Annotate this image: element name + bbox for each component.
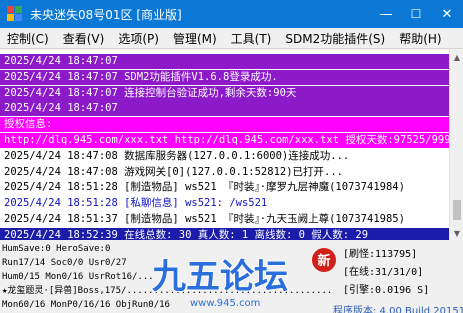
- engine-time: [引擎:0.0196 S]: [343, 285, 430, 296]
- online-count: [在线:31/31/0]: [343, 267, 424, 278]
- log-line: 2025/4/24 18:51:37 [制造物品] ws521 『时装』·九天玉…: [0, 212, 405, 227]
- menu-item[interactable]: 查看(V): [56, 30, 112, 47]
- log-line: 2025/4/24 18:47:08 游戏网关[0](127.0.0.1:528…: [0, 165, 344, 180]
- menu-item[interactable]: 工具(T): [224, 30, 279, 47]
- close-button[interactable]: ✕: [432, 0, 462, 28]
- engine-status-panel: HumSave:0 HeroSave:0 Run17/14 Soc0/0 Usr0…: [0, 240, 332, 313]
- log-line: 2025/4/24 18:47:08 数据库服务器(127.0.0.1:6000…: [0, 149, 350, 164]
- maximize-button[interactable]: ☐: [401, 0, 431, 28]
- menu-item[interactable]: 管理(M): [166, 30, 224, 47]
- engine-status-line: ★龙玺题灵·[异兽]Boss,175/.....................…: [2, 286, 332, 296]
- log-line: 授权信息:: [0, 117, 449, 132]
- engine-status-line: HumSave:0 HeroSave:0: [2, 244, 111, 254]
- scroll-down-icon[interactable]: ▼: [450, 226, 463, 240]
- minimize-button[interactable]: —: [371, 0, 401, 28]
- monster-refresh-count: [刷怪:113795]: [343, 249, 418, 260]
- log-line: 2025/4/24 18:51:28 [制造物品] ws521 『时装』·摩罗九…: [0, 180, 405, 195]
- menu-item[interactable]: 控制(C): [0, 30, 56, 47]
- server-stats-panel: [刷怪:113795] [在线:31/31/0] [引擎:0.0196 S] 程…: [333, 240, 463, 313]
- log-console[interactable]: 2025/4/24 18:47:07 2025/4/24 18:47:07 SDM…: [0, 50, 449, 240]
- log-line: http://dlq.945.com/xxx.txt http://dlq.94…: [0, 133, 449, 148]
- log-line: 2025/4/24 18:47:07 SDM2功能插件V1.6.8登录成功.: [0, 70, 449, 85]
- engine-status-line: Mon60/16 MonP0/16/16 ObjRun0/16: [2, 300, 170, 310]
- log-line: 2025/4/24 18:51:28 [私聊信息] ws521: /ws521: [0, 196, 268, 211]
- menu-item[interactable]: 选项(P): [111, 30, 166, 47]
- engine-status-line: Run17/14 Soc0/0 Usr0/27: [2, 258, 127, 268]
- app-icon: [7, 6, 23, 22]
- menu-bar: 控制(C) 查看(V) 选项(P) 管理(M) 工具(T) SDM2功能插件(S) 帮助(H…: [0, 28, 463, 49]
- menu-item[interactable]: SDM2功能插件(S): [278, 30, 392, 47]
- engine-status-line: Hum0/15 Mon0/16 UsrRot16/...: [2, 272, 154, 282]
- log-line: 2025/4/24 18:47:07 连接控制台验证成功,剩余天数:90天: [0, 86, 449, 101]
- version-label: 程序版本: 4.00 Build 20151109: [333, 306, 463, 313]
- log-line: 2025/4/24 18:47:07: [0, 54, 449, 69]
- title-bar: 未央迷失08号01区 [商业版] — ☐ ✕: [0, 0, 463, 28]
- menu-item[interactable]: 帮助(H): [392, 30, 448, 47]
- log-line: 2025/4/24 18:47:07: [0, 101, 449, 116]
- window-title: 未央迷失08号01区 [商业版]: [30, 7, 182, 22]
- log-line: 2025/4/24 18:52:39 在线总数: 30 真人数: 1 离线数: …: [0, 228, 449, 240]
- console-scrollbar[interactable]: ▲ ▼: [449, 50, 463, 240]
- scroll-up-icon[interactable]: ▲: [450, 50, 463, 64]
- scroll-thumb[interactable]: [453, 200, 461, 220]
